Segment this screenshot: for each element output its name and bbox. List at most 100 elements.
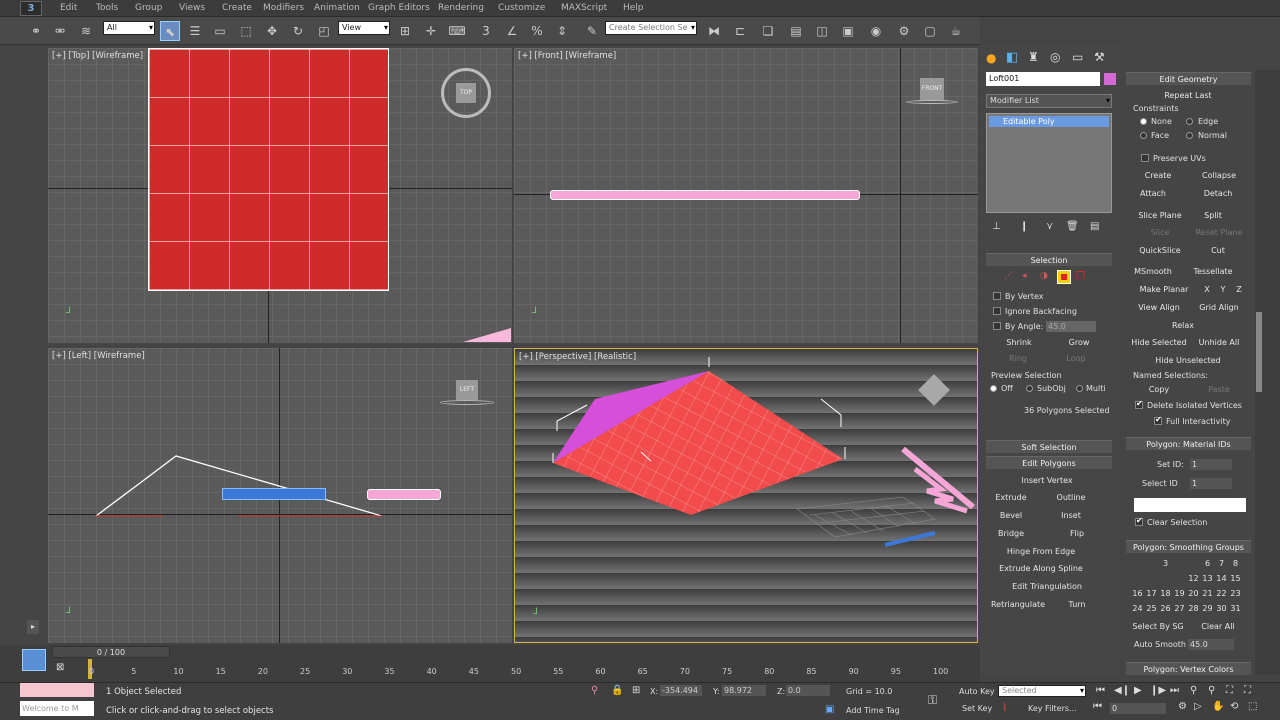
- select-manipulate-icon[interactable]: ✛: [421, 21, 441, 41]
- smoothing-group-button[interactable]: [1131, 572, 1144, 585]
- keyboard-shortcut-icon[interactable]: ⌨: [447, 21, 467, 41]
- auto-smooth-field[interactable]: 45.0: [1188, 639, 1234, 650]
- cut-button[interactable]: Cut: [1204, 244, 1232, 258]
- smoothing-group-button[interactable]: 3: [1159, 557, 1172, 570]
- outline-button[interactable]: Outline: [1052, 491, 1090, 505]
- smoothing-group-button[interactable]: 6: [1201, 557, 1214, 570]
- viewport-front[interactable]: [+] [Front] [Wireframe] FRONT ⅃: [514, 48, 978, 343]
- percent-snap-icon[interactable]: %: [527, 21, 547, 41]
- select-by-name-icon[interactable]: ☰: [185, 21, 205, 41]
- display-tab-icon[interactable]: ▭: [1072, 50, 1083, 64]
- retriangulate-button[interactable]: Retriangulate: [988, 598, 1048, 612]
- orbit-icon[interactable]: ⟲: [1230, 701, 1238, 712]
- menu-create[interactable]: Create: [222, 3, 252, 13]
- smoothing-groups-header[interactable]: Polygon: Smoothing Groups: [1126, 540, 1251, 553]
- select-id-button[interactable]: Select ID: [1142, 479, 1178, 488]
- spinner-snap-icon[interactable]: ⇕: [552, 21, 572, 41]
- smoothing-group-button[interactable]: 19: [1173, 587, 1186, 600]
- play-icon[interactable]: ▶: [1134, 685, 1142, 696]
- set-id-field[interactable]: 1: [1190, 459, 1232, 470]
- field-of-view-icon[interactable]: ▷: [1194, 701, 1202, 712]
- modifier-list-dropdown[interactable]: Modifier List: [986, 94, 1112, 108]
- menu-views[interactable]: Views: [179, 3, 205, 13]
- x-coordinate-field[interactable]: -354.494: [660, 685, 702, 696]
- smoothing-group-button[interactable]: [1159, 572, 1172, 585]
- smoothing-group-button[interactable]: 21: [1201, 587, 1214, 600]
- viewcube-ring-icon[interactable]: [440, 400, 494, 405]
- border-mode-icon[interactable]: ◑: [1040, 271, 1048, 281]
- smoothing-group-button[interactable]: [1173, 557, 1186, 570]
- viewcube-icon[interactable]: FRONT: [920, 78, 944, 100]
- rotate-icon[interactable]: ↻: [288, 21, 308, 41]
- rendered-frame-icon[interactable]: ▢: [920, 21, 940, 41]
- smoothing-group-button[interactable]: 28: [1187, 602, 1200, 615]
- maxscript-listener[interactable]: [20, 683, 94, 697]
- vertex-colors-header[interactable]: Polygon: Vertex Colors: [1126, 662, 1251, 675]
- grow-button[interactable]: Grow: [1062, 336, 1096, 350]
- utilities-tab-icon[interactable]: ⚒: [1094, 50, 1105, 64]
- configure-sets-icon[interactable]: ▤: [1090, 221, 1099, 232]
- key-icon[interactable]: ⌇: [1002, 701, 1007, 714]
- show-end-result-icon[interactable]: ❙: [1020, 221, 1028, 232]
- shrink-button[interactable]: Shrink: [1002, 336, 1036, 350]
- viewcube-icon[interactable]: LEFT: [456, 380, 478, 400]
- reset-plane-button[interactable]: Reset Plane: [1194, 226, 1244, 240]
- material-name-dropdown[interactable]: [1134, 498, 1246, 512]
- maximize-viewport-icon[interactable]: ⬚: [1248, 701, 1257, 712]
- relax-button[interactable]: Relax: [1166, 319, 1200, 333]
- by-angle-checkbox[interactable]: [993, 322, 1001, 330]
- menu-rendering[interactable]: Rendering: [438, 3, 484, 13]
- edit-geometry-header[interactable]: Edit Geometry: [1126, 72, 1251, 85]
- move-icon[interactable]: ✥: [262, 21, 282, 41]
- hide-unselected-button[interactable]: Hide Unselected: [1152, 354, 1224, 368]
- smoothing-group-button[interactable]: 7: [1215, 557, 1228, 570]
- scale-icon[interactable]: ◰: [314, 21, 334, 41]
- current-frame-field[interactable]: 0: [1110, 703, 1166, 714]
- paste-button[interactable]: Paste: [1202, 383, 1236, 397]
- constraint-none-radio[interactable]: [1140, 118, 1147, 125]
- view-align-button[interactable]: View Align: [1134, 301, 1184, 315]
- track-bar-icon[interactable]: ⊠: [56, 662, 64, 673]
- smoothing-group-button[interactable]: [1187, 557, 1200, 570]
- viewport-label-front[interactable]: [+] [Front] [Wireframe]: [518, 51, 616, 61]
- viewport-layout-icon[interactable]: [22, 649, 46, 671]
- key-filters-button[interactable]: Key Filters...: [1028, 704, 1077, 713]
- extrude-button[interactable]: Extrude: [992, 491, 1030, 505]
- y-coordinate-field[interactable]: 98.972: [722, 685, 766, 696]
- menu-tools[interactable]: Tools: [96, 3, 118, 13]
- preview-subobj-radio[interactable]: [1026, 385, 1033, 392]
- loop-button[interactable]: Loop: [1058, 352, 1094, 366]
- render-production-icon[interactable]: ☕: [946, 21, 966, 41]
- viewport-left[interactable]: [+] [Left] [Wireframe] LEFT ⅃: [48, 348, 512, 643]
- viewport-label-top[interactable]: [+] [Top] [Wireframe]: [52, 51, 143, 61]
- detach-button[interactable]: Detach: [1198, 187, 1238, 201]
- mirror-icon[interactable]: ⧓: [704, 21, 724, 41]
- lock-selection-icon[interactable]: 🔒: [611, 685, 623, 696]
- snap-toggle-icon[interactable]: 3: [476, 21, 496, 41]
- grid-align-button[interactable]: Grid Align: [1194, 301, 1244, 315]
- polygon-mode-icon[interactable]: [1057, 270, 1071, 284]
- full-interactivity-checkbox[interactable]: [1154, 415, 1162, 425]
- hierarchy-tab-icon[interactable]: ♜: [1028, 50, 1039, 64]
- loft-object-top[interactable]: [148, 48, 389, 291]
- menu-graph-editors[interactable]: Graph Editors: [368, 3, 430, 13]
- menu-group[interactable]: Group: [135, 3, 162, 13]
- set-keys-icon[interactable]: ⚿: [928, 693, 937, 708]
- make-planar-button[interactable]: Make Planar: [1136, 283, 1192, 297]
- motion-tab-icon[interactable]: ◎: [1050, 50, 1060, 64]
- smoothing-group-button[interactable]: [1131, 557, 1144, 570]
- viewcube-icon[interactable]: TOP: [456, 83, 476, 103]
- clear-selection-checkbox[interactable]: [1135, 516, 1143, 526]
- constraint-face-radio[interactable]: [1140, 132, 1147, 139]
- reference-coordinate-dropdown[interactable]: View: [338, 21, 390, 35]
- app-logo-icon[interactable]: 3: [20, 1, 42, 16]
- modify-tab-icon[interactable]: ◧: [1006, 50, 1018, 65]
- inset-button[interactable]: Inset: [1052, 509, 1090, 523]
- auto-key-button[interactable]: Auto Key: [959, 687, 995, 696]
- copy-button[interactable]: Copy: [1144, 383, 1174, 397]
- pivot-center-icon[interactable]: ⊞: [395, 21, 415, 41]
- smoothing-group-button[interactable]: 20: [1187, 587, 1200, 600]
- rect-selection-icon[interactable]: ▭: [210, 21, 230, 41]
- hinge-from-edge-button[interactable]: Hinge From Edge: [1000, 545, 1082, 559]
- edit-polygons-header[interactable]: Edit Polygons: [986, 456, 1112, 469]
